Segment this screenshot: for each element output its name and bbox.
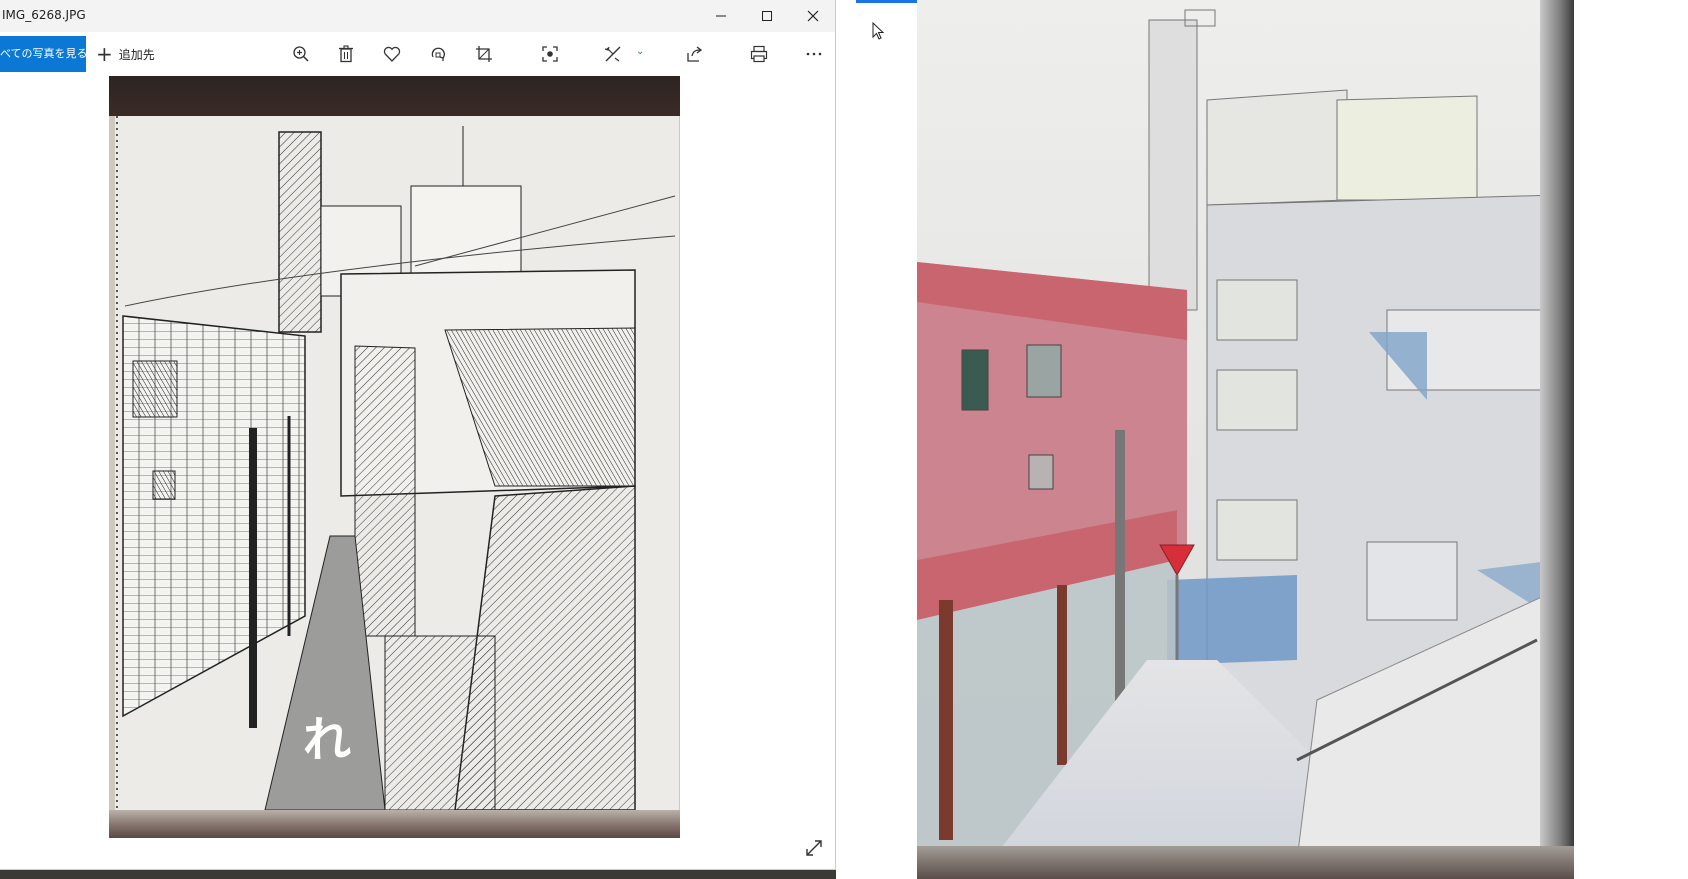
photo-viewer[interactable]: れ	[0, 76, 835, 869]
print-button[interactable]	[741, 36, 777, 72]
selection-accent-line	[856, 0, 919, 3]
maximize-button[interactable]	[744, 0, 790, 32]
background-strip	[0, 870, 836, 879]
share-icon	[687, 46, 703, 62]
close-button[interactable]	[790, 0, 835, 32]
minimize-button[interactable]	[698, 0, 744, 32]
edit-icon	[604, 46, 621, 62]
window-title: IMG_6268.JPG	[2, 8, 86, 22]
minimize-icon	[716, 15, 726, 17]
see-all-photos-button[interactable]: べての写真を見る	[0, 36, 86, 72]
crop-icon	[476, 46, 492, 62]
maximize-icon	[762, 11, 772, 21]
zoom-in-icon	[293, 46, 309, 62]
street-sketch-drawing: れ	[116, 116, 676, 811]
visual-search-icon	[542, 46, 558, 62]
plus-icon: +	[96, 42, 113, 66]
fullscreen-button[interactable]	[800, 834, 828, 862]
rotate-icon	[431, 47, 445, 61]
close-icon	[807, 10, 819, 22]
mouse-cursor-icon	[872, 21, 885, 44]
add-to-button[interactable]: + 追加先	[96, 36, 166, 72]
favorite-button[interactable]	[374, 36, 410, 72]
sketchbook-side-edge	[1540, 0, 1574, 879]
zoom-in-button[interactable]	[283, 36, 319, 72]
chevron-down-icon[interactable]: ⌄	[636, 46, 644, 57]
delete-button[interactable]	[328, 36, 364, 72]
pen-sketch-photo: れ	[109, 76, 680, 838]
expand-icon	[806, 840, 822, 856]
photos-app-window: IMG_6268.JPG べての写真を見る + 追加先 ⌄ れ	[0, 0, 836, 870]
more-options-button[interactable]	[796, 36, 832, 72]
edit-create-button[interactable]	[595, 36, 631, 72]
share-button[interactable]	[676, 36, 712, 72]
more-icon	[806, 52, 822, 56]
delete-icon	[339, 45, 353, 63]
heart-icon	[383, 46, 401, 62]
sketch-paper: れ	[115, 116, 679, 811]
rotate-button[interactable]	[420, 36, 456, 72]
sketchbook-bottom-edge	[109, 810, 680, 838]
print-icon	[750, 45, 768, 63]
title-bar[interactable]: IMG_6268.JPG	[0, 0, 835, 32]
watercolor-bottom-edge	[917, 846, 1574, 879]
watercolor-painting-image	[917, 0, 1574, 879]
add-to-label: 追加先	[118, 47, 155, 62]
road-marking-text: れ	[303, 712, 351, 768]
visual-search-button[interactable]	[532, 36, 568, 72]
crop-button[interactable]	[466, 36, 502, 72]
desktop-background	[1574, 0, 1688, 879]
toolbar: べての写真を見る + 追加先 ⌄	[0, 32, 835, 76]
